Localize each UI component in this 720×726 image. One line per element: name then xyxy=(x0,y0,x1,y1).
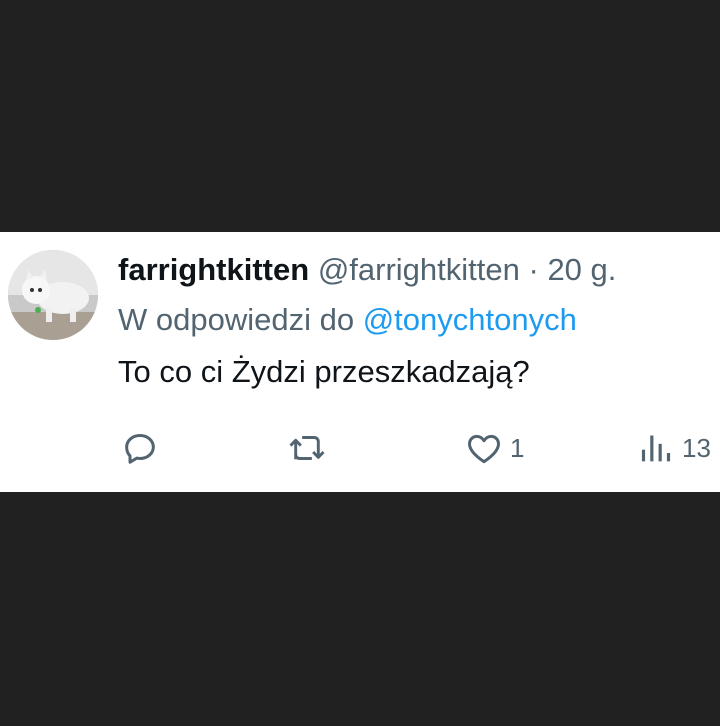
header-separator: · xyxy=(528,252,539,287)
reply-button[interactable] xyxy=(120,428,166,468)
reply-prefix: W odpowiedzi do xyxy=(118,302,355,337)
tweet-card[interactable]: farrightkitten @farrightkitten · 20 g. W… xyxy=(0,232,720,492)
views-icon xyxy=(641,435,671,462)
user-handle[interactable]: @farrightkitten xyxy=(318,252,520,287)
retweet-button[interactable] xyxy=(286,428,334,468)
tweet-header: farrightkitten @farrightkitten · 20 g. xyxy=(118,250,720,290)
like-button[interactable]: 1 xyxy=(464,428,524,468)
cat-avatar-image xyxy=(8,250,98,340)
tweet-body: farrightkitten @farrightkitten · 20 g. W… xyxy=(118,250,720,392)
avatar[interactable] xyxy=(8,250,98,340)
retweet-icon xyxy=(289,436,325,461)
views-button[interactable]: 13 xyxy=(636,428,711,468)
reply-context: W odpowiedzi do @tonychtonych xyxy=(118,300,720,340)
tweet-text: To co ci Żydzi przeszkadzają? xyxy=(118,354,530,389)
reply-mention-link[interactable]: @tonychtonych xyxy=(363,302,577,337)
page: farrightkitten @farrightkitten · 20 g. W… xyxy=(0,0,720,726)
reply-icon xyxy=(125,434,155,464)
display-name[interactable]: farrightkitten xyxy=(118,252,309,287)
views-count: 13 xyxy=(682,432,711,463)
like-count: 1 xyxy=(510,432,525,463)
heart-icon xyxy=(468,434,500,464)
timestamp[interactable]: 20 g. xyxy=(547,252,616,287)
tweet-actions: 1 13 xyxy=(0,428,720,468)
